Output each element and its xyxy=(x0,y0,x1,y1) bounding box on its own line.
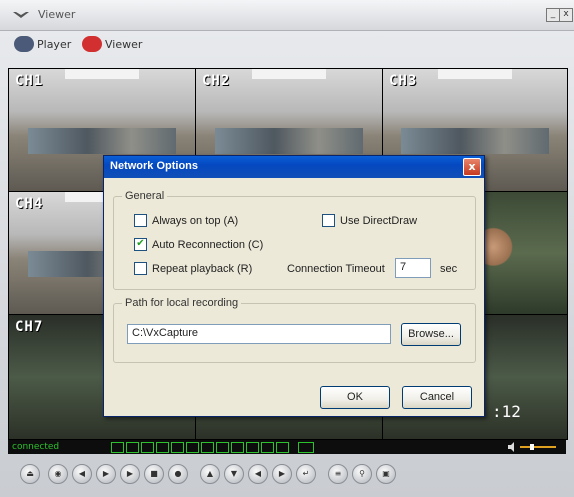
ok-button[interactable]: OK xyxy=(320,386,390,409)
stop-icon[interactable]: ■ xyxy=(144,464,164,484)
channel-indicator xyxy=(156,442,169,453)
cancel-button[interactable]: Cancel xyxy=(402,386,472,409)
viewer-icon xyxy=(82,36,102,52)
general-group-label: General xyxy=(122,190,168,202)
checkbox-box xyxy=(322,214,335,227)
title-bar: Viewer _ x xyxy=(0,0,574,31)
app-title: Viewer xyxy=(38,8,76,21)
channel-indicator xyxy=(276,442,289,453)
connection-timeout-input[interactable]: 7 xyxy=(395,258,431,278)
channel-indicator xyxy=(171,442,184,453)
viewer-mode-button[interactable]: Viewer xyxy=(82,34,142,54)
menu-icon[interactable]: ≡ xyxy=(328,464,348,484)
use-directdraw-checkbox[interactable]: Use DirectDraw xyxy=(322,214,417,227)
repeat-playback-label: Repeat playback (R) xyxy=(152,262,253,275)
viewer-label: Viewer xyxy=(105,37,143,51)
browse-button[interactable]: Browse... xyxy=(401,323,461,346)
recording-path-input[interactable]: C:\VxCapture xyxy=(127,324,391,344)
channel-indicator xyxy=(261,442,274,453)
eject-icon[interactable]: ⏏ xyxy=(20,464,40,484)
enter-icon[interactable]: ↵ xyxy=(296,464,316,484)
checkbox-box xyxy=(134,262,147,275)
channel-label: CH7 xyxy=(15,319,44,335)
channel-indicator xyxy=(186,442,199,453)
always-on-top-label: Always on top (A) xyxy=(152,214,239,227)
network-options-dialog: Network Options x General Always on top … xyxy=(103,155,485,417)
connection-timeout-label: Connection Timeout xyxy=(287,263,385,275)
channel-indicator xyxy=(111,442,124,453)
always-on-top-checkbox[interactable]: Always on top (A) xyxy=(134,214,238,227)
search-icon[interactable]: ⚲ xyxy=(352,464,372,484)
timeout-unit-label: sec xyxy=(440,263,458,275)
channel-indicators xyxy=(111,442,289,453)
checkbox-box xyxy=(134,214,147,227)
camera-icon[interactable]: ◉ xyxy=(48,464,68,484)
rewind-icon[interactable]: ◀ xyxy=(72,464,92,484)
connection-status: connected xyxy=(12,442,60,452)
channel-label: CH2 xyxy=(202,73,231,89)
control-bar: ⏏ ◉ ◀ ▶ ▶ ■ ● ▲ ▼ ◀ ▶ ↵ ≡ ⚲ ▣ xyxy=(0,456,574,497)
channel-indicator xyxy=(141,442,154,453)
channel-indicator xyxy=(126,442,139,453)
minimize-button[interactable]: _ xyxy=(546,8,560,22)
close-window-button[interactable]: x xyxy=(559,8,573,22)
volume-slider[interactable] xyxy=(508,442,558,452)
arrow-right-icon[interactable]: ▶ xyxy=(272,464,292,484)
player-mode-button[interactable]: Player xyxy=(14,34,71,54)
mode-bar: Player Viewer xyxy=(0,30,574,58)
record-indicator xyxy=(298,442,314,453)
channel-label: CH1 xyxy=(15,73,44,89)
timecode-overlay: :12 xyxy=(492,402,521,421)
dialog-close-button[interactable]: x xyxy=(463,158,481,176)
checkmark-icon: ✔ xyxy=(134,238,147,251)
channel-label: CH4 xyxy=(15,196,44,212)
pip-icon[interactable]: ▣ xyxy=(376,464,396,484)
dialog-title-bar: Network Options x xyxy=(104,156,484,178)
arrow-up-icon[interactable]: ▲ xyxy=(200,464,220,484)
channel-label: CH3 xyxy=(389,73,418,89)
player-label: Player xyxy=(37,37,72,51)
repeat-playback-checkbox[interactable]: Repeat playback (R) xyxy=(134,262,252,275)
channel-indicator xyxy=(216,442,229,453)
record-icon[interactable]: ● xyxy=(168,464,188,484)
player-icon xyxy=(14,36,34,52)
dialog-title: Network Options xyxy=(110,160,199,172)
auto-reconnection-checkbox[interactable]: ✔ Auto Reconnection (C) xyxy=(134,238,263,251)
use-directdraw-label: Use DirectDraw xyxy=(340,214,418,227)
channel-indicator xyxy=(246,442,259,453)
status-bar: connected xyxy=(8,440,566,454)
recording-path-group-label: Path for local recording xyxy=(122,297,242,309)
step-back-icon[interactable]: ▶ xyxy=(96,464,116,484)
play-icon[interactable]: ▶ xyxy=(120,464,140,484)
channel-indicator xyxy=(201,442,214,453)
channel-indicator xyxy=(231,442,244,453)
app-logo-icon xyxy=(13,12,29,18)
auto-reconnection-label: Auto Reconnection (C) xyxy=(152,238,264,251)
arrow-down-icon[interactable]: ▼ xyxy=(224,464,244,484)
arrow-left-icon[interactable]: ◀ xyxy=(248,464,268,484)
